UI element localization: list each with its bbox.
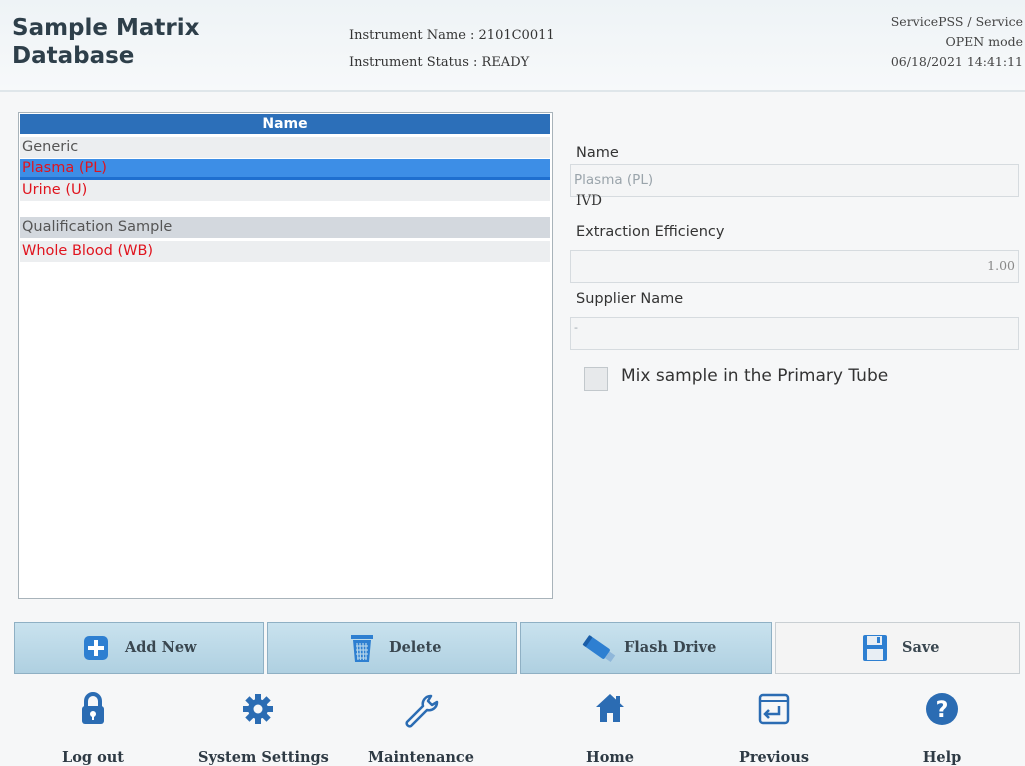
supplier-name-field[interactable]: -: [570, 317, 1019, 350]
extraction-efficiency-field[interactable]: 1.00: [570, 250, 1019, 283]
list-item-qualification-sample[interactable]: Qualification Sample: [20, 217, 550, 238]
mix-sample-label: Mix sample in the Primary Tube: [621, 366, 889, 386]
mix-sample-checkbox[interactable]: [584, 367, 608, 391]
nav-previous[interactable]: Previous: [714, 690, 834, 766]
flash-drive-label: Flash Drive: [624, 639, 717, 656]
nav-help[interactable]: ? Help: [882, 690, 1002, 766]
save-label: Save: [902, 639, 940, 656]
add-new-label: Add New: [125, 639, 197, 656]
list-item-whole-blood[interactable]: Whole Blood (WB): [20, 241, 550, 262]
instrument-name: Instrument Name : 2101C0011: [349, 28, 555, 43]
wrench-icon: [401, 692, 441, 732]
extraction-efficiency-label: Extraction Efficiency: [576, 224, 725, 240]
instrument-status: Instrument Status : READY: [349, 55, 530, 70]
supplier-name-label: Supplier Name: [576, 291, 684, 307]
usb-drive-icon: [579, 633, 619, 669]
access-mode: OPEN mode: [945, 34, 1023, 49]
nav-home[interactable]: Home: [550, 690, 670, 766]
list-column-header-name[interactable]: Name: [20, 114, 550, 134]
home-icon: [594, 692, 626, 728]
floppy-disk-icon: [862, 634, 888, 666]
nav-home-label: Home: [586, 749, 634, 766]
user-info: ServicePSS / Service OPEN mode 06/18/202…: [891, 12, 1023, 72]
add-new-button[interactable]: Add New: [14, 622, 264, 674]
help-icon: ?: [925, 692, 959, 730]
gear-icon: [241, 692, 275, 730]
delete-label: Delete: [389, 639, 442, 656]
list-item-generic[interactable]: Generic: [20, 137, 550, 158]
list-item-urine[interactable]: Urine (U): [20, 180, 550, 201]
sample-matrix-list[interactable]: Name Generic Plasma (PL) Urine (U) Quali…: [18, 112, 553, 599]
name-label: Name: [576, 145, 619, 161]
delete-button[interactable]: Delete: [267, 622, 517, 674]
previous-icon: [757, 692, 791, 730]
page-title: Sample Matrix Database: [12, 14, 199, 70]
list-item-plasma[interactable]: Plasma (PL): [20, 159, 550, 180]
ivd-label: IVD: [576, 193, 602, 209]
page-title-line1: Sample Matrix: [12, 15, 200, 41]
instrument-info: Instrument Name : 2101C0011 Instrument S…: [349, 22, 555, 76]
nav-maintenance[interactable]: Maintenance: [361, 690, 481, 766]
nav-help-label: Help: [922, 749, 962, 766]
lock-icon: [80, 692, 106, 730]
nav-maintenance-label: Maintenance: [368, 749, 474, 766]
trash-icon: [350, 633, 374, 667]
date-time: 06/18/2021 14:41:11: [890, 54, 1023, 69]
flash-drive-button[interactable]: Flash Drive: [520, 622, 772, 674]
page-title-line2: Database: [12, 43, 135, 69]
nav-previous-label: Previous: [738, 749, 810, 766]
nav-logout[interactable]: Log out: [33, 690, 153, 766]
save-button[interactable]: Save: [775, 622, 1020, 674]
nav-system-settings-label: System Settings: [198, 749, 329, 766]
add-icon: [83, 635, 109, 665]
user-name: ServicePSS / Service: [890, 14, 1023, 29]
header-bar: Sample Matrix Database Instrument Name :…: [0, 0, 1025, 92]
name-field[interactable]: Plasma (PL): [570, 164, 1019, 197]
svg-text:?: ?: [936, 698, 949, 723]
nav-logout-label: Log out: [62, 749, 124, 766]
nav-system-settings[interactable]: System Settings: [198, 690, 329, 766]
